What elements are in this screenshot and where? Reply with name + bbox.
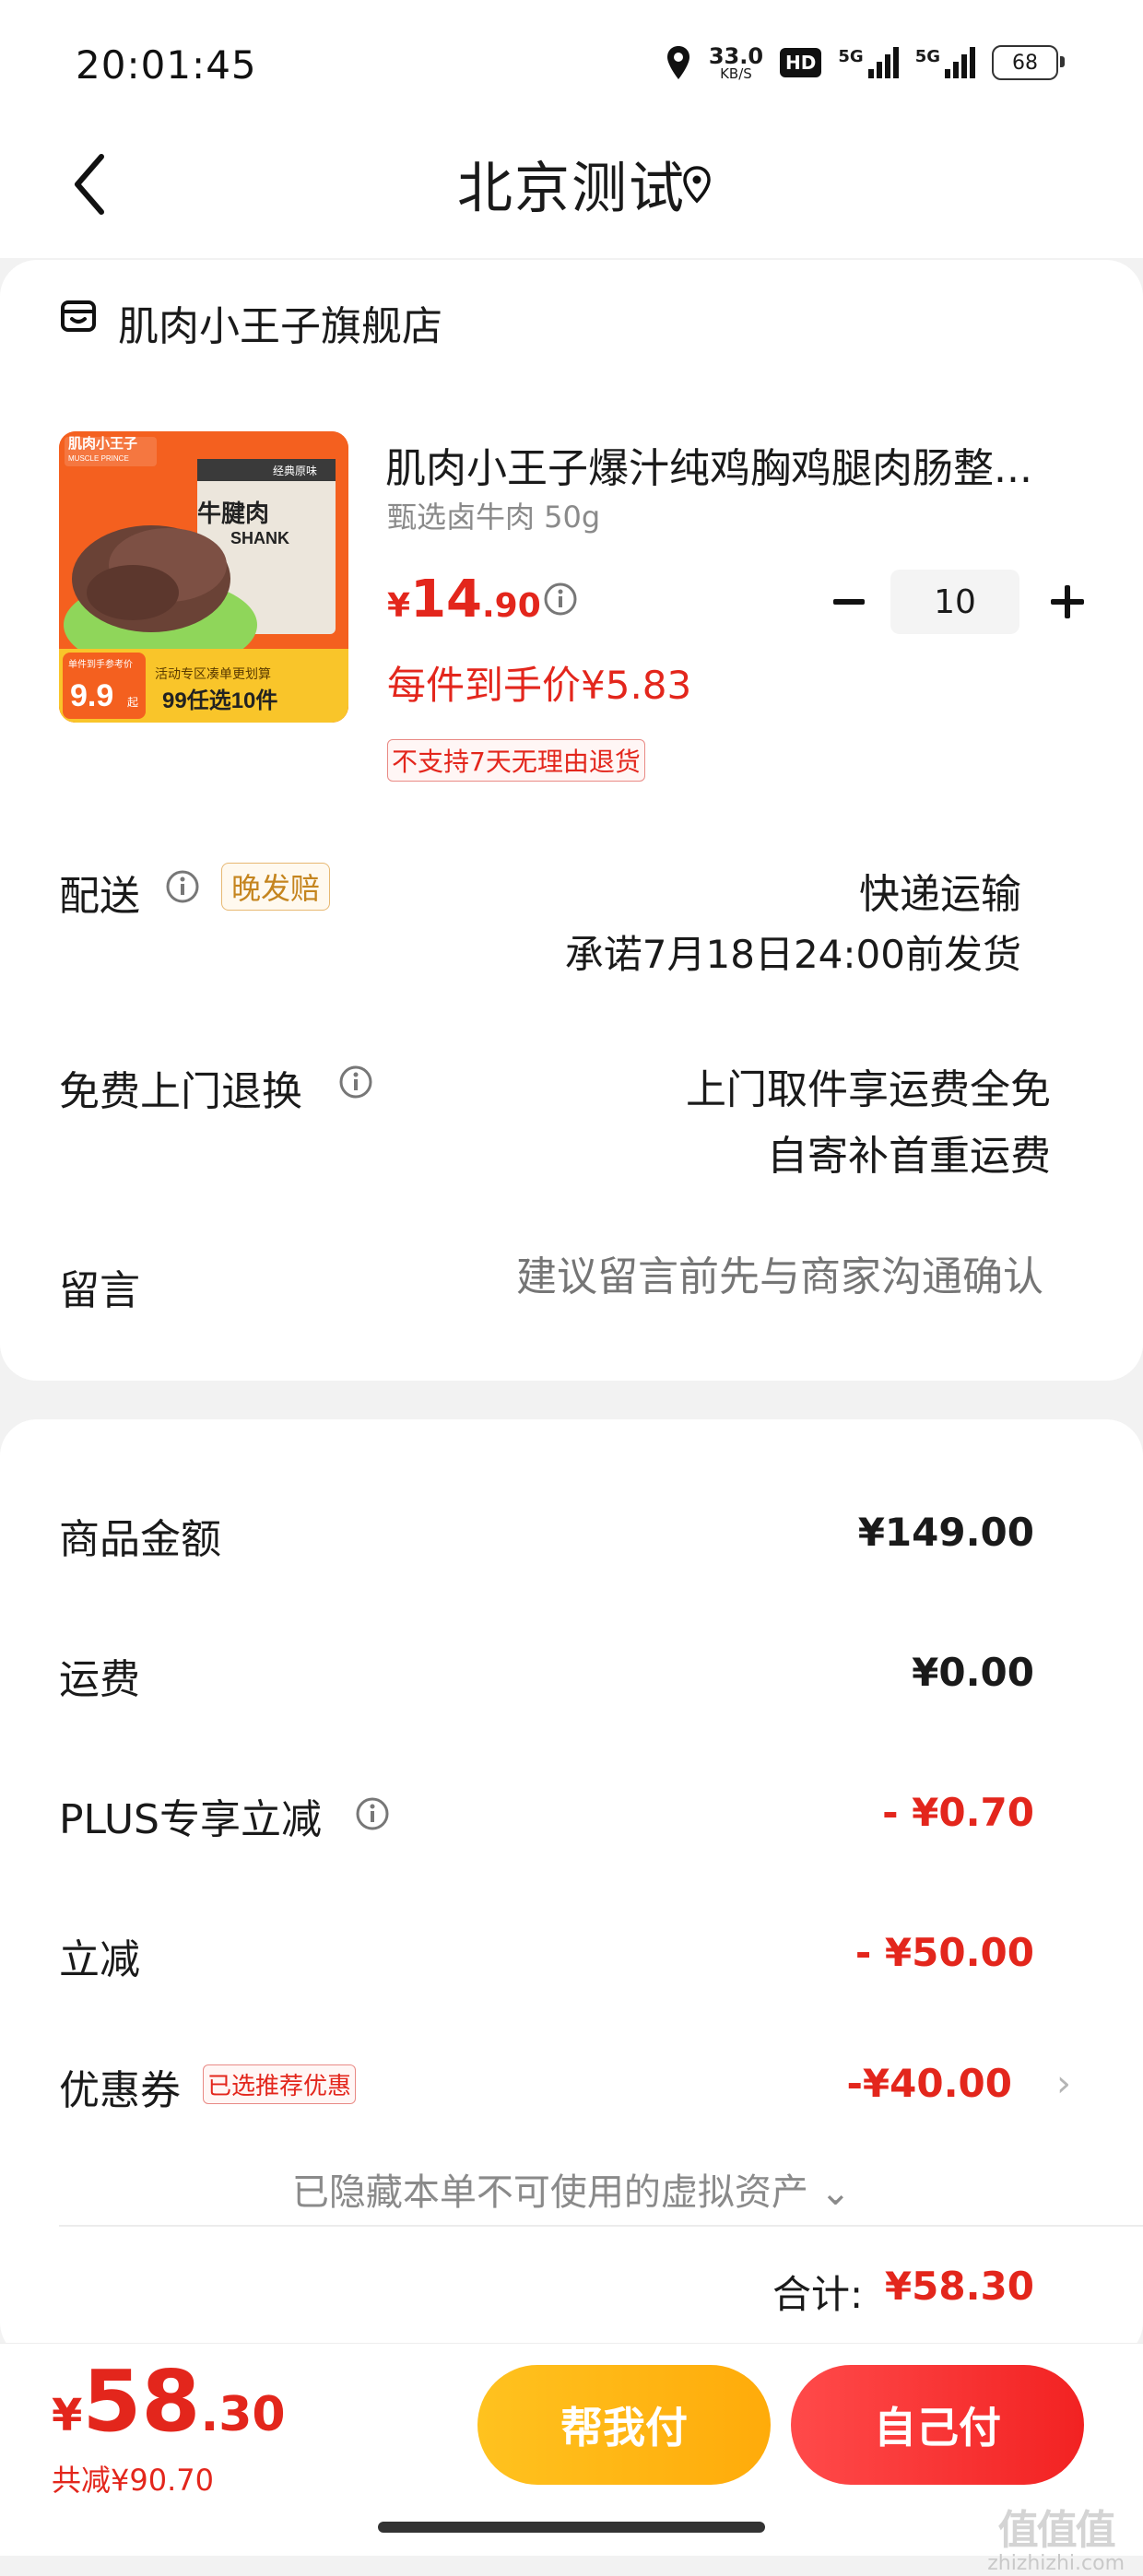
plus-info-icon[interactable] bbox=[354, 1795, 391, 1832]
instant-discount-value: - ¥50.00 bbox=[854, 1930, 1034, 1975]
location-pin-icon bbox=[666, 46, 689, 79]
delivery-method[interactable]: 快递运输 bbox=[859, 861, 1021, 920]
price-info-icon[interactable] bbox=[542, 581, 579, 618]
late-compensation-tag[interactable]: 晚发赔 bbox=[221, 863, 331, 911]
total-saved[interactable]: 共减¥90.70 bbox=[52, 2457, 214, 2500]
image-badge-unit: 起 bbox=[127, 696, 138, 709]
product-price: ¥14.90 bbox=[387, 570, 541, 629]
exchange-detail-1: 上门取件享运费全免 bbox=[686, 1066, 1051, 1113]
product-image[interactable]: 肌肉小王子 MUSCLE PRINCE 经典原味 牛腱肉 SHANK 单件到手参… bbox=[59, 431, 348, 723]
delivery-promise[interactable]: 承诺7月18日24:00前发货 bbox=[565, 923, 1021, 980]
plus-icon bbox=[1051, 585, 1084, 618]
image-promo-2: 99任选10件 bbox=[162, 688, 277, 713]
divider bbox=[59, 2225, 1143, 2227]
plus-discount-label: PLUS专享立减 bbox=[59, 1796, 322, 1843]
self-pay-button[interactable]: 自己付 bbox=[791, 2365, 1084, 2485]
total-label: 合计: bbox=[772, 2272, 864, 2317]
image-promo-1: 活动专区凑单更划算 bbox=[155, 666, 271, 681]
exchange-info-icon[interactable] bbox=[337, 1064, 374, 1100]
price-currency: ¥ bbox=[387, 587, 411, 625]
minus-icon bbox=[833, 599, 865, 605]
goods-amount-label: 商品金额 bbox=[59, 1516, 221, 1563]
price-decimal: .90 bbox=[482, 587, 541, 625]
help-pay-button[interactable]: 帮我付 bbox=[477, 2365, 771, 2485]
image-brand-en: MUSCLE PRINCE bbox=[68, 454, 129, 463]
quantity-input[interactable]: 10 bbox=[890, 570, 1019, 634]
battery-level: 68 bbox=[1012, 51, 1038, 75]
coupon-recommended-tag: 已选推荐优惠 bbox=[203, 2064, 357, 2104]
product-name[interactable]: 肌肉小王子爆汁纯鸡胸鸡腿肉肠整... bbox=[385, 435, 1058, 494]
net-speed-value: 33.0 bbox=[708, 42, 764, 69]
shop-name[interactable]: 肌肉小王子旗舰店 bbox=[118, 293, 442, 352]
signal-icon-2: 5G bbox=[915, 47, 975, 78]
exchange-detail-2: 自寄补首重运费 bbox=[767, 1133, 1051, 1180]
pay-currency: ¥ bbox=[52, 2390, 83, 2441]
signal-label: 5G bbox=[838, 47, 864, 66]
image-brand: 肌肉小王子 bbox=[68, 435, 137, 452]
plus-discount-value: - ¥0.70 bbox=[882, 1790, 1034, 1835]
watermark-logo: 值值值 bbox=[997, 2507, 1116, 2554]
instant-discount-label: 立减 bbox=[59, 1936, 140, 1983]
hd-icon: HD bbox=[780, 48, 822, 77]
coupon-value[interactable]: -¥40.00 bbox=[846, 2061, 1012, 2106]
shop-icon bbox=[59, 297, 98, 335]
delivery-label: 配送 bbox=[59, 873, 140, 920]
product-spec[interactable]: 甄选卤牛肉 50g bbox=[387, 494, 600, 536]
pay-amount-integer: 58 bbox=[82, 2352, 201, 2451]
signal-label-2: 5G bbox=[914, 47, 940, 66]
image-pack-sub: SHANK bbox=[230, 529, 289, 547]
signal-icon: 5G bbox=[838, 47, 899, 78]
message-input[interactable] bbox=[398, 1253, 1043, 1300]
exchange-label: 免费上门退换 bbox=[59, 1068, 302, 1115]
pay-amount: ¥58.30 bbox=[52, 2352, 286, 2451]
shipping-value: ¥0.00 bbox=[912, 1650, 1034, 1695]
shipping-label: 运费 bbox=[59, 1656, 140, 1703]
goods-amount-value: ¥149.00 bbox=[857, 1510, 1034, 1555]
net-speed: 33.0 KB/S bbox=[709, 45, 763, 81]
image-badge-price: 9.9 bbox=[70, 678, 113, 713]
watermark: 值值值 zhizhizhi.com bbox=[987, 2507, 1125, 2576]
price-integer: 14 bbox=[410, 570, 482, 629]
image-badge-top: 单件到手参考价 bbox=[68, 658, 133, 670]
message-label: 留言 bbox=[59, 1267, 140, 1314]
pay-amount-decimal: .30 bbox=[200, 2387, 286, 2442]
image-pack-title: 牛腱肉 bbox=[197, 500, 269, 527]
status-icons: 33.0 KB/S HD 5G 5G 68 bbox=[665, 44, 1065, 81]
quantity-plus-button[interactable] bbox=[1040, 570, 1095, 634]
delivery-info-icon[interactable] bbox=[164, 868, 201, 905]
return-policy-tag: 不支持7天无理由退货 bbox=[387, 739, 645, 782]
unit-price: 每件到手价¥5.83 bbox=[387, 663, 692, 708]
coupon-label[interactable]: 优惠券 bbox=[59, 2057, 181, 2116]
location-icon[interactable] bbox=[678, 162, 715, 206]
home-indicator[interactable] bbox=[378, 2522, 765, 2533]
page-title[interactable]: 北京测试 bbox=[0, 144, 1143, 224]
quantity-minus-button[interactable] bbox=[826, 570, 872, 634]
battery-icon: 68 bbox=[992, 45, 1065, 80]
order-card bbox=[0, 260, 1143, 1381]
hidden-assets-toggle[interactable]: 已隐藏本单不可使用的虚拟资产 ⌄ bbox=[0, 2162, 1143, 2216]
total-value: ¥58.30 bbox=[884, 2264, 1034, 2309]
image-pack-tag: 经典原味 bbox=[273, 465, 317, 477]
net-speed-unit: KB/S bbox=[720, 65, 752, 82]
chevron-right-icon[interactable]: › bbox=[1056, 2063, 1071, 2105]
status-time: 20:01:45 bbox=[76, 42, 257, 88]
watermark-url: zhizhizhi.com bbox=[987, 2552, 1125, 2576]
